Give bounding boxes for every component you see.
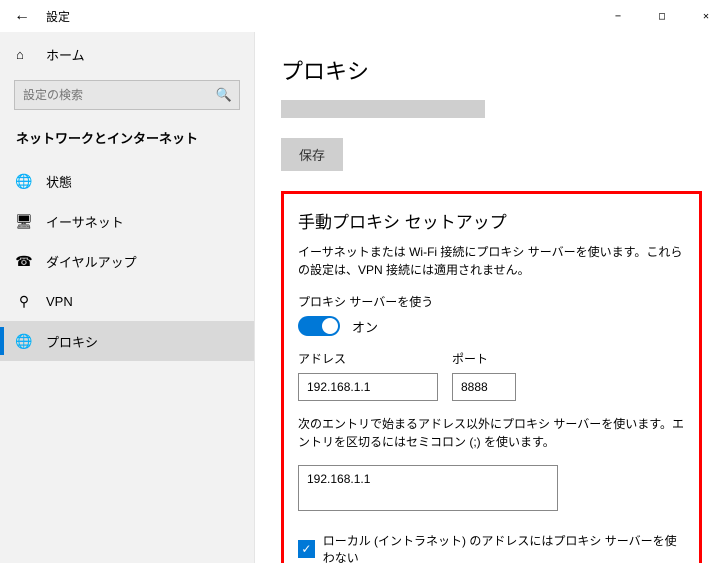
home-button[interactable]: ⌂ ホーム bbox=[0, 36, 254, 72]
local-bypass-checkbox[interactable]: ✓ bbox=[298, 540, 315, 558]
minimize-button[interactable]: − bbox=[596, 0, 640, 32]
port-label: ポート bbox=[452, 350, 516, 367]
sidebar-item-status[interactable]: 🌐 状態 bbox=[0, 161, 254, 201]
toggle-knob bbox=[322, 318, 338, 334]
check-icon: ✓ bbox=[301, 542, 311, 556]
ethernet-icon: 🖥 bbox=[16, 213, 32, 230]
toggle-state-label: オン bbox=[352, 317, 378, 336]
port-input[interactable] bbox=[452, 373, 516, 401]
section-description: イーサネットまたは Wi-Fi 接続にプロキシ サーバーを使います。これらの設定… bbox=[298, 243, 685, 279]
sidebar-item-vpn[interactable]: ⚲ VPN bbox=[0, 281, 254, 321]
section-heading: 手動プロキシ セットアップ bbox=[298, 208, 685, 233]
sidebar-item-label: ダイヤルアップ bbox=[46, 252, 137, 271]
sidebar-item-ethernet[interactable]: 🖥 イーサネット bbox=[0, 201, 254, 241]
sidebar: ⌂ ホーム 🔍 ネットワークとインターネット 🌐 状態 🖥 イーサネット ☎ bbox=[0, 32, 255, 563]
content: プロキシ 保存 手動プロキシ セットアップ イーサネットまたは Wi-Fi 接続… bbox=[255, 32, 728, 563]
page-title: プロキシ bbox=[281, 54, 702, 86]
exceptions-label: 次のエントリで始まるアドレス以外にプロキシ サーバーを使います。エントリを区切る… bbox=[298, 415, 685, 451]
vpn-icon: ⚲ bbox=[16, 293, 32, 310]
save-button-top[interactable]: 保存 bbox=[281, 138, 343, 171]
home-label: ホーム bbox=[46, 45, 85, 64]
search-input[interactable] bbox=[14, 80, 240, 110]
globe-icon: 🌐 bbox=[16, 173, 32, 190]
manual-proxy-section: 手動プロキシ セットアップ イーサネットまたは Wi-Fi 接続にプロキシ サー… bbox=[281, 191, 702, 563]
back-button[interactable]: ← bbox=[8, 2, 36, 30]
proxy-icon: 🌐 bbox=[16, 333, 32, 350]
minimize-icon: − bbox=[615, 11, 621, 22]
sidebar-item-label: VPN bbox=[46, 294, 73, 309]
sidebar-item-proxy[interactable]: 🌐 プロキシ bbox=[0, 321, 254, 361]
window-title: 設定 bbox=[46, 8, 70, 25]
sidebar-item-label: プロキシ bbox=[46, 332, 98, 351]
close-button[interactable]: ✕ bbox=[684, 0, 728, 32]
exceptions-input[interactable] bbox=[298, 465, 558, 511]
titlebar: ← 設定 − □ ✕ bbox=[0, 0, 728, 32]
category-title: ネットワークとインターネット bbox=[0, 120, 254, 161]
arrow-left-icon: ← bbox=[14, 7, 30, 25]
use-proxy-toggle[interactable] bbox=[298, 316, 340, 336]
search-icon: 🔍 bbox=[216, 87, 232, 103]
local-bypass-label: ローカル (イントラネット) のアドレスにはプロキシ サーバーを使わない bbox=[323, 532, 685, 563]
close-icon: ✕ bbox=[703, 11, 709, 22]
address-label: アドレス bbox=[298, 350, 438, 367]
maximize-button[interactable]: □ bbox=[640, 0, 684, 32]
sidebar-item-dialup[interactable]: ☎ ダイヤルアップ bbox=[0, 241, 254, 281]
address-input[interactable] bbox=[298, 373, 438, 401]
sidebar-item-label: 状態 bbox=[46, 172, 72, 191]
sidebar-item-label: イーサネット bbox=[46, 212, 124, 231]
maximize-icon: □ bbox=[659, 11, 665, 22]
placeholder-bar bbox=[281, 100, 485, 118]
home-icon: ⌂ bbox=[16, 47, 32, 62]
dialup-icon: ☎ bbox=[16, 253, 32, 270]
use-proxy-label: プロキシ サーバーを使う bbox=[298, 293, 685, 310]
